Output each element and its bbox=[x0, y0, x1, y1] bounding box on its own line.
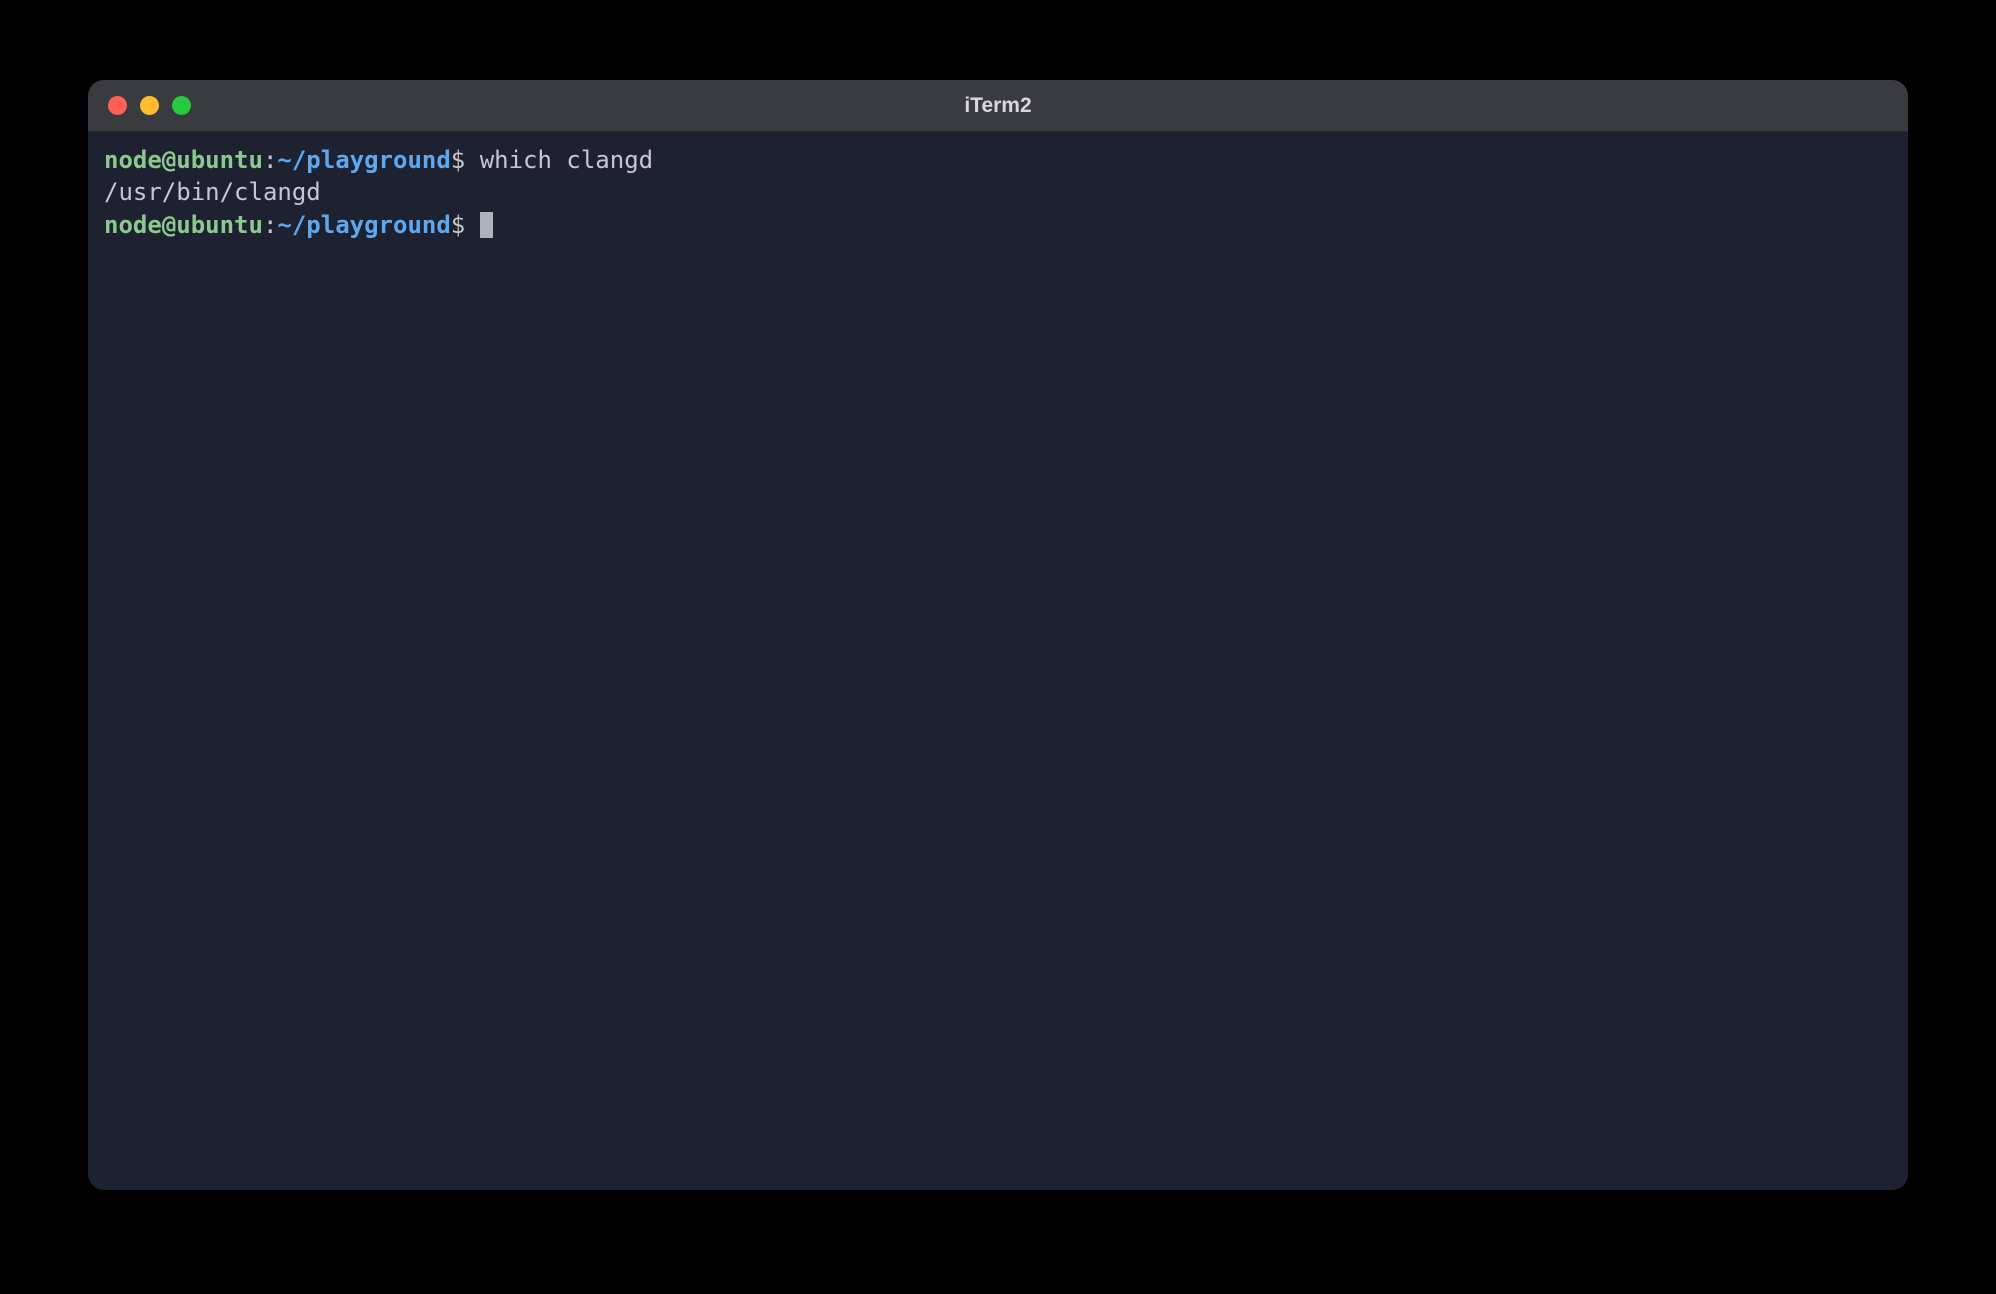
prompt-path: ~/playground bbox=[277, 211, 450, 239]
spacer bbox=[465, 211, 479, 239]
maximize-button[interactable] bbox=[172, 96, 191, 115]
prompt-path: ~/playground bbox=[277, 146, 450, 174]
prompt-separator: : bbox=[263, 211, 277, 239]
window-title: iTerm2 bbox=[964, 94, 1031, 118]
prompt-user-host: node@ubuntu bbox=[104, 146, 263, 174]
terminal-line-prompt: node@ubuntu:~/playground$ bbox=[104, 209, 1892, 241]
terminal-body[interactable]: node@ubuntu:~/playground$ which clangd /… bbox=[88, 132, 1908, 1190]
title-bar: iTerm2 bbox=[88, 80, 1908, 132]
cursor-icon bbox=[480, 212, 493, 238]
minimize-button[interactable] bbox=[140, 96, 159, 115]
terminal-line-command: node@ubuntu:~/playground$ which clangd bbox=[104, 144, 1892, 176]
output-text: /usr/bin/clangd bbox=[104, 178, 321, 206]
prompt-separator: : bbox=[263, 146, 277, 174]
traffic-lights bbox=[108, 96, 191, 115]
terminal-window: iTerm2 node@ubuntu:~/playground$ which c… bbox=[88, 80, 1908, 1190]
prompt-symbol: $ bbox=[451, 146, 465, 174]
prompt-user-host: node@ubuntu bbox=[104, 211, 263, 239]
prompt-symbol: $ bbox=[451, 211, 465, 239]
command-text: which clangd bbox=[480, 146, 653, 174]
close-button[interactable] bbox=[108, 96, 127, 115]
terminal-line-output: /usr/bin/clangd bbox=[104, 176, 1892, 208]
command-text bbox=[465, 146, 479, 174]
